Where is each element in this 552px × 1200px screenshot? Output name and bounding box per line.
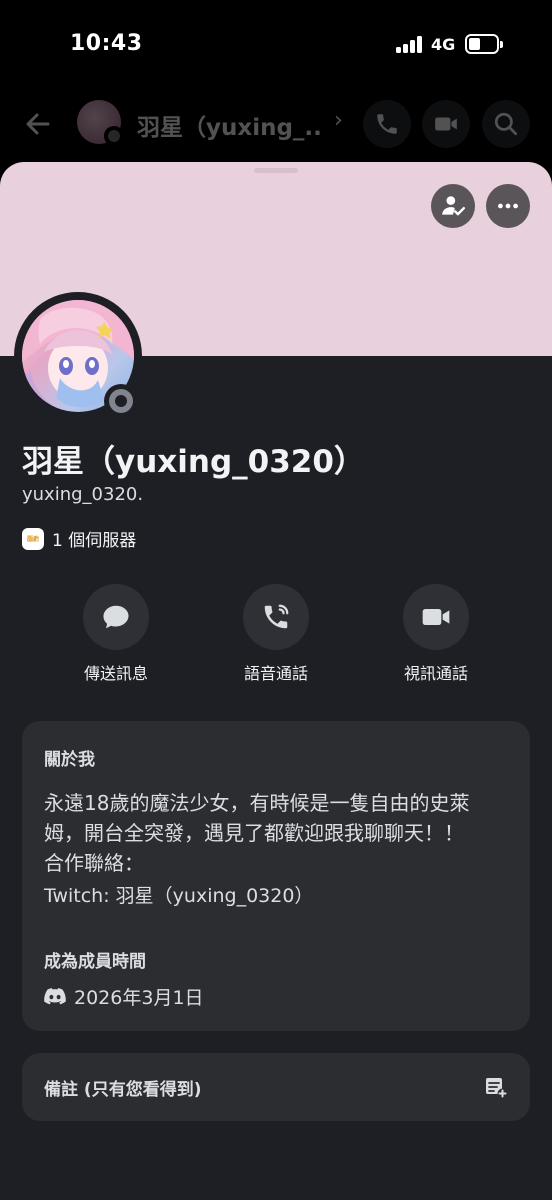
header-title[interactable]: 羽星（yuxing_... bbox=[137, 108, 322, 142]
signal-icon bbox=[396, 36, 424, 53]
mutual-servers-row[interactable]: 腦虧 1 個伺服器 bbox=[22, 526, 136, 551]
video-call-label: 視訊通話 bbox=[403, 664, 468, 683]
about-me-line[interactable]: Twitch: 羽星（yuxing_0320） bbox=[44, 881, 313, 908]
voice-call-label: 語音通話 bbox=[243, 664, 308, 683]
video-camera-icon bbox=[435, 117, 457, 131]
discord-logo-icon bbox=[44, 987, 66, 1004]
video-camera-icon bbox=[422, 609, 450, 625]
more-options-button[interactable] bbox=[486, 184, 530, 228]
more-dots-icon bbox=[498, 203, 518, 209]
username[interactable]: yuxing_0320. bbox=[22, 484, 143, 505]
status-time: 10:43 bbox=[70, 31, 143, 56]
header-status-indicator bbox=[104, 126, 124, 146]
mutual-servers-label: 1 個伺服器 bbox=[52, 531, 137, 551]
header-call-button[interactable] bbox=[363, 100, 411, 148]
about-me-line: 姆，開台全突發，遇見了都歡迎跟我聊聊天！！ bbox=[44, 821, 464, 845]
about-me-line: 合作聯絡： bbox=[44, 851, 144, 875]
search-icon bbox=[494, 112, 518, 136]
note-card[interactable]: 備註 (只有您看得到) bbox=[22, 1053, 530, 1121]
header-search-button[interactable] bbox=[482, 100, 530, 148]
back-arrow-icon[interactable] bbox=[22, 108, 54, 140]
video-call-button[interactable]: 視訊通話 bbox=[371, 584, 501, 684]
battery-icon bbox=[465, 34, 503, 54]
chevron-right-icon: › bbox=[334, 108, 343, 133]
member-since-title: 成為成員時間 bbox=[44, 952, 146, 972]
about-me-card: 關於我 永遠18歲的魔法少女，有時候是一隻自由的史萊 姆，開台全突發，遇見了都歡… bbox=[22, 721, 530, 1031]
phone-icon bbox=[264, 604, 289, 629]
about-me-line: 永遠18歲的魔法少女，有時候是一隻自由的史萊 bbox=[44, 791, 470, 815]
drag-handle[interactable] bbox=[254, 168, 298, 173]
voice-call-button[interactable]: 語音通話 bbox=[211, 584, 341, 684]
phone-icon bbox=[377, 114, 397, 134]
chat-bubble-icon bbox=[103, 605, 129, 629]
note-add-icon[interactable] bbox=[484, 1075, 508, 1099]
about-me-title: 關於我 bbox=[44, 750, 95, 770]
display-name: 羽星（yuxing_0320） bbox=[22, 444, 365, 480]
header-video-button[interactable] bbox=[422, 100, 470, 148]
network-type: 4G bbox=[431, 35, 456, 54]
member-since-row: 2026年3月1日 bbox=[44, 983, 204, 1010]
profile-sheet: 羽星（yuxing_0320） yuxing_0320. 腦虧 1 個伺服器 傳… bbox=[0, 162, 552, 1200]
status-bar: 10:43 4G bbox=[0, 0, 552, 88]
note-label: 備註 (只有您看得到) bbox=[44, 1080, 202, 1100]
send-message-button[interactable]: 傳送訊息 bbox=[51, 584, 181, 684]
member-since-date: 2026年3月1日 bbox=[74, 987, 204, 1009]
friend-status-button[interactable] bbox=[431, 184, 475, 228]
send-message-label: 傳送訊息 bbox=[83, 664, 148, 683]
chat-header: 羽星（yuxing_... › bbox=[0, 88, 552, 160]
user-check-icon bbox=[442, 196, 466, 216]
server-icon: 腦虧 bbox=[22, 527, 44, 550]
status-indicator bbox=[104, 384, 138, 418]
